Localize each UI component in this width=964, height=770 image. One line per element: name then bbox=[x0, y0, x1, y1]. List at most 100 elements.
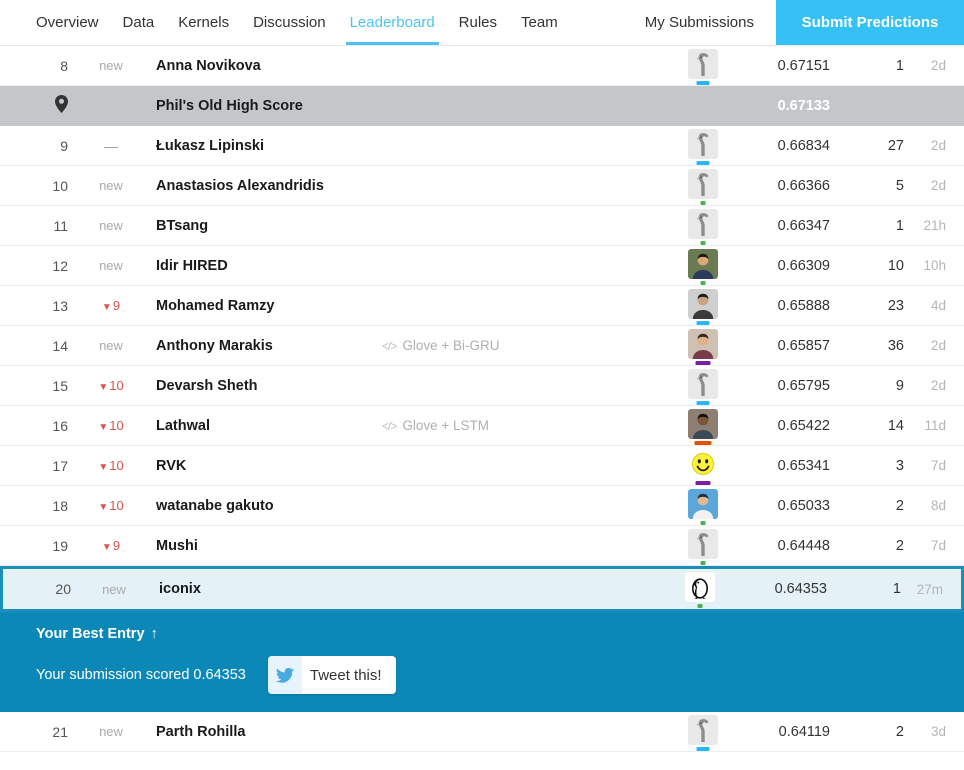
table-row[interactable]: 19 ▼9 Mushi 0.64448 2 7d bbox=[0, 526, 964, 566]
team-name-cell[interactable]: Phil's Old High Score bbox=[146, 98, 376, 114]
score-cell: 0.67133 bbox=[738, 98, 830, 114]
entries-value: 2 bbox=[895, 723, 904, 740]
tab-leaderboard[interactable]: Leaderboard bbox=[338, 0, 447, 45]
tab-kernels[interactable]: Kernels bbox=[166, 0, 241, 45]
tab-rules[interactable]: Rules bbox=[447, 0, 509, 45]
rank-cell: 16 bbox=[0, 418, 76, 434]
avatar-cell[interactable] bbox=[668, 166, 738, 206]
avatar[interactable] bbox=[688, 714, 718, 751]
avatar-cell[interactable] bbox=[668, 286, 738, 326]
rank-change-cell: new bbox=[76, 338, 146, 353]
avatar-cell[interactable] bbox=[668, 712, 738, 752]
team-name-cell[interactable]: Anna Novikova bbox=[146, 58, 376, 74]
avatar[interactable] bbox=[688, 248, 718, 285]
avatar[interactable] bbox=[688, 168, 718, 205]
rank-change-cell: new bbox=[79, 582, 149, 597]
rank-cell: 20 bbox=[3, 581, 79, 597]
rank-change-cell: new bbox=[76, 58, 146, 73]
rank-value: 15 bbox=[52, 377, 68, 394]
score-cell: 0.66834 bbox=[738, 138, 830, 154]
avatar-cell[interactable] bbox=[668, 326, 738, 366]
avatar[interactable] bbox=[688, 448, 718, 485]
table-row[interactable]: 12 new Idir HIRED 0.66309 10 10h bbox=[0, 246, 964, 286]
avatar[interactable] bbox=[688, 288, 718, 325]
avatar[interactable] bbox=[688, 328, 718, 365]
table-row-partial[interactable] bbox=[0, 752, 964, 770]
team-name-cell[interactable]: BTsang bbox=[146, 218, 376, 234]
avatar-cell[interactable] bbox=[668, 486, 738, 526]
tab-overview[interactable]: Overview bbox=[24, 0, 111, 45]
last-submission-cell: 11d bbox=[904, 418, 964, 433]
team-name-cell[interactable]: watanabe gakuto bbox=[146, 498, 376, 514]
team-name-cell[interactable]: iconix bbox=[149, 581, 379, 597]
avatar-cell[interactable] bbox=[668, 366, 738, 406]
score-cell: 0.66309 bbox=[738, 258, 830, 274]
table-row[interactable]: 18 ▼10 watanabe gakuto 0.65033 2 8d bbox=[0, 486, 964, 526]
avatar-cell[interactable] bbox=[668, 526, 738, 566]
team-name-cell[interactable]: Łukasz Lipinski bbox=[146, 138, 376, 154]
rank-value: 17 bbox=[52, 457, 68, 474]
avatar[interactable] bbox=[688, 128, 718, 165]
tab-data[interactable]: Data bbox=[111, 0, 167, 45]
submit-predictions-button[interactable]: Submit Predictions bbox=[776, 0, 964, 45]
tab-discussion[interactable]: Discussion bbox=[241, 0, 338, 45]
team-name-cell[interactable]: Parth Rohilla bbox=[146, 724, 376, 740]
avatar[interactable] bbox=[688, 48, 718, 85]
tier-indicator bbox=[696, 160, 710, 165]
team-name-cell[interactable]: Mohamed Ramzy bbox=[146, 298, 376, 314]
table-row[interactable]: 13 ▼9 Mohamed Ramzy 0.65888 23 4d bbox=[0, 286, 964, 326]
team-name-value: watanabe gakuto bbox=[156, 497, 274, 514]
avatar[interactable] bbox=[688, 528, 718, 565]
team-name-cell[interactable]: Lathwal bbox=[146, 418, 376, 434]
goose-avatar-image bbox=[688, 128, 718, 159]
table-row[interactable]: 21 new Parth Rohilla 0.64119 2 3d bbox=[0, 712, 964, 752]
rank-change-cell: new bbox=[76, 178, 146, 193]
last-submission-value: 4d bbox=[930, 298, 946, 313]
score-value: 0.66834 bbox=[777, 137, 830, 154]
avatar-cell[interactable] bbox=[668, 406, 738, 446]
table-row[interactable]: 8 new Anna Novikova 0.67151 1 2d bbox=[0, 46, 964, 86]
avatar-cell[interactable] bbox=[665, 569, 735, 609]
table-row[interactable]: 10 new Anastasios Alexandridis 0.66366 5 2d bbox=[0, 166, 964, 206]
delta-down-indicator: ▼10 bbox=[98, 418, 124, 433]
table-row[interactable]: 16 ▼10 Lathwal </> Glove + LSTM 0.65422 14 11d bbox=[0, 406, 964, 446]
avatar-cell[interactable] bbox=[668, 46, 738, 86]
tier-indicator bbox=[697, 604, 703, 608]
score-value: 0.67133 bbox=[777, 97, 830, 114]
my-submissions-link[interactable]: My Submissions bbox=[623, 0, 776, 45]
team-name-cell[interactable]: RVK bbox=[146, 458, 376, 474]
entries-cell: 10 bbox=[830, 258, 904, 274]
team-name-cell[interactable]: Anastasios Alexandridis bbox=[146, 178, 376, 194]
avatar-cell[interactable] bbox=[668, 446, 738, 486]
kernel-note-cell[interactable]: </> Glove + LSTM bbox=[376, 418, 668, 433]
tweet-this-button[interactable]: Tweet this! bbox=[267, 656, 396, 694]
table-row[interactable]: 17 ▼10 RVK 0.65341 3 7d bbox=[0, 446, 964, 486]
team-name-cell[interactable]: Mushi bbox=[146, 538, 376, 554]
tier-indicator bbox=[696, 320, 710, 325]
table-row[interactable]: 9 — Łukasz Lipinski 0.66834 27 2d bbox=[0, 126, 964, 166]
avatar[interactable] bbox=[688, 368, 718, 405]
table-row[interactable]: 11 new BTsang 0.66347 1 21h bbox=[0, 206, 964, 246]
leaderboard-marker-row[interactable]: Phil's Old High Score 0.67133 bbox=[0, 86, 964, 126]
twitter-icon bbox=[267, 656, 302, 694]
goose-avatar-image bbox=[688, 48, 718, 79]
entries-value: 14 bbox=[887, 417, 904, 434]
avatar-cell[interactable] bbox=[668, 126, 738, 166]
avatar-cell[interactable] bbox=[668, 206, 738, 246]
avatar[interactable] bbox=[688, 408, 718, 445]
kernel-note-cell[interactable]: </> Glove + Bi-GRU bbox=[376, 338, 668, 353]
avatar[interactable] bbox=[688, 488, 718, 525]
leaderboard-your-row[interactable]: 20 new iconix 0.64353 1 27m bbox=[0, 566, 964, 612]
triangle-down-icon: ▼ bbox=[101, 302, 112, 313]
team-name-cell[interactable]: Anthony Marakis bbox=[146, 338, 376, 354]
tier-indicator bbox=[696, 746, 710, 751]
team-name-cell[interactable]: Idir HIRED bbox=[146, 258, 376, 274]
avatar[interactable] bbox=[685, 572, 715, 608]
table-row[interactable]: 15 ▼10 Devarsh Sheth 0.65795 9 2d bbox=[0, 366, 964, 406]
avatar-cell[interactable] bbox=[668, 246, 738, 286]
team-name-cell[interactable]: Devarsh Sheth bbox=[146, 378, 376, 394]
tab-team[interactable]: Team bbox=[509, 0, 570, 45]
avatar[interactable] bbox=[688, 208, 718, 245]
table-row[interactable]: 14 new Anthony Marakis </> Glove + Bi-GRU 0.6… bbox=[0, 326, 964, 366]
last-submission-cell: 8d bbox=[904, 498, 964, 513]
